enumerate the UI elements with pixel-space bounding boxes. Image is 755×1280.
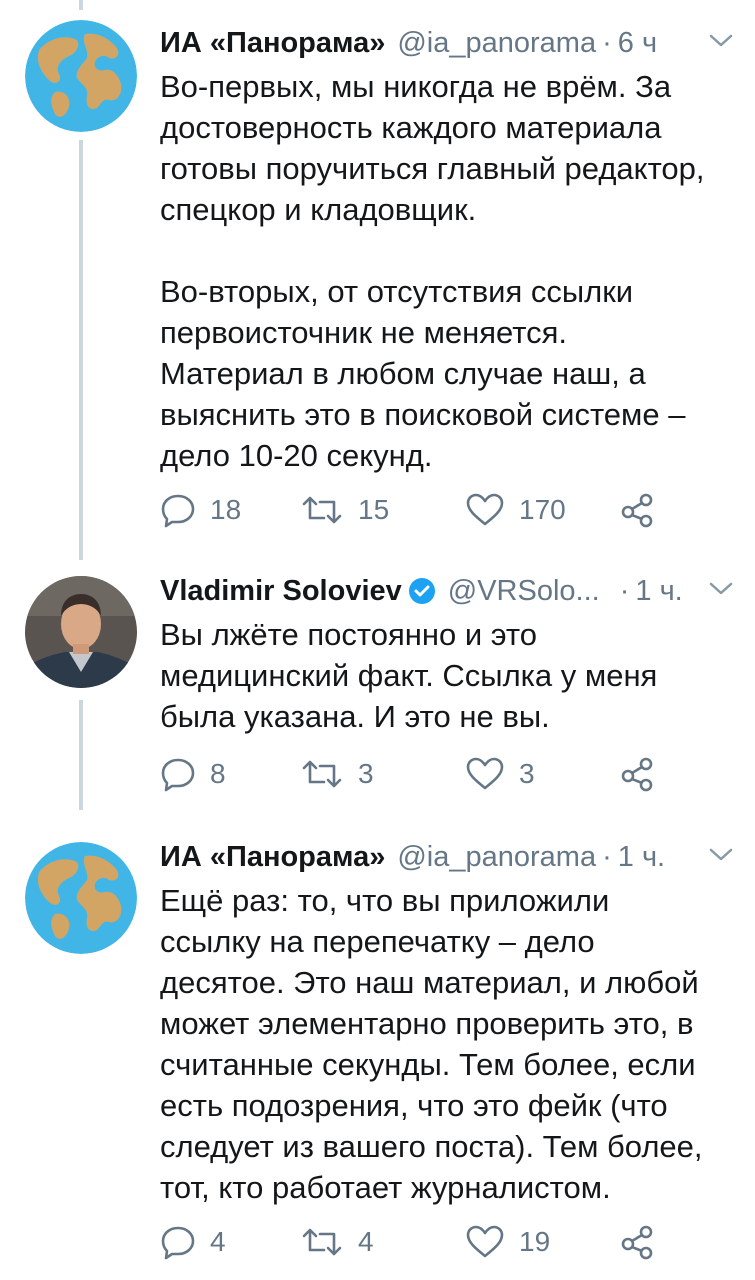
tweet-actions: 18 15 170 — [160, 492, 700, 532]
reply-count: 8 — [210, 758, 226, 789]
timestamp[interactable]: 1 ч. — [635, 568, 682, 614]
timestamp[interactable]: 1 ч. — [618, 834, 665, 880]
reply-icon — [161, 1226, 195, 1260]
tweet-actions: 4 4 19 — [160, 1224, 700, 1264]
chevron-down-icon[interactable] — [707, 30, 735, 50]
tweet-text: Вы лжёте постоянно и это медицинский фак… — [160, 617, 658, 734]
tweet[interactable]: ИА «Панорама» @ia_panorama · 1 ч. Ещё ра… — [0, 834, 755, 1274]
tweet-actions: 8 3 3 — [160, 756, 700, 796]
tweet-text: Ещё раз: то, что вы приложили ссылку на … — [160, 883, 703, 1205]
heart-icon — [466, 493, 504, 526]
retweet-icon — [302, 1228, 342, 1256]
share-icon — [621, 493, 653, 528]
share-icon — [621, 1225, 653, 1260]
thread-line-top — [79, 0, 83, 10]
globe-icon — [25, 842, 137, 954]
share-icon — [621, 757, 653, 792]
heart-icon — [466, 757, 504, 790]
retweet-count: 15 — [358, 494, 390, 525]
heart-icon — [466, 1225, 504, 1258]
avatar[interactable] — [25, 842, 137, 954]
tweet[interactable]: ИА «Панорама» @ia_panorama · 6 ч Во-перв… — [0, 20, 755, 540]
like-count: 170 — [519, 494, 566, 525]
share-button[interactable] — [620, 492, 656, 528]
reply-button[interactable]: 18 — [160, 492, 241, 528]
like-button[interactable]: 19 — [465, 1224, 550, 1260]
profile-photo-icon — [25, 576, 137, 688]
avatar[interactable] — [25, 576, 137, 688]
author-name[interactable]: Vladimir Soloviev — [160, 568, 402, 614]
verified-badge-icon — [408, 578, 435, 604]
reply-button[interactable]: 4 — [160, 1224, 226, 1260]
share-button[interactable] — [620, 756, 656, 792]
author-handle[interactable]: @ia_panorama — [397, 834, 596, 880]
retweet-count: 3 — [358, 758, 374, 789]
retweet-count: 4 — [358, 1226, 374, 1257]
retweet-button[interactable]: 15 — [300, 492, 389, 528]
retweet-icon — [302, 760, 342, 788]
retweet-button[interactable]: 3 — [300, 756, 374, 792]
like-count: 19 — [519, 1226, 551, 1257]
avatar[interactable] — [25, 20, 137, 132]
author-name[interactable]: ИА «Панорама» — [160, 834, 385, 880]
like-button[interactable]: 170 — [465, 492, 566, 528]
retweet-button[interactable]: 4 — [300, 1224, 374, 1260]
separator: · — [602, 841, 612, 873]
like-count: 3 — [519, 758, 535, 789]
retweet-icon — [302, 496, 342, 524]
timestamp[interactable]: 6 ч — [618, 20, 657, 66]
reply-icon — [161, 758, 195, 792]
author-name[interactable]: ИА «Панорама» — [160, 20, 385, 66]
tweet-header: Vladimir Soloviev @VRSolo... · 1 ч. — [160, 568, 735, 614]
reply-count: 4 — [210, 1226, 226, 1257]
tweet[interactable]: Vladimir Soloviev @VRSolo... · 1 ч. Вы л… — [0, 568, 755, 808]
tweet-header: ИА «Панорама» @ia_panorama · 1 ч. — [160, 834, 735, 880]
chevron-down-icon[interactable] — [707, 844, 735, 864]
share-button[interactable] — [620, 1224, 656, 1260]
chevron-down-icon[interactable] — [707, 578, 735, 598]
author-handle[interactable]: @ia_panorama — [397, 20, 596, 66]
author-handle[interactable]: @VRSolo... — [448, 568, 600, 614]
tweet-text: Во-первых, мы никогда не врём. За достов… — [160, 69, 705, 473]
separator: · — [602, 27, 612, 59]
separator: · — [619, 575, 630, 607]
reply-icon — [161, 494, 195, 528]
reply-button[interactable]: 8 — [160, 756, 226, 792]
like-button[interactable]: 3 — [465, 756, 535, 792]
reply-count: 18 — [210, 494, 242, 525]
tweet-header: ИА «Панорама» @ia_panorama · 6 ч — [160, 20, 735, 66]
globe-icon — [25, 20, 137, 132]
